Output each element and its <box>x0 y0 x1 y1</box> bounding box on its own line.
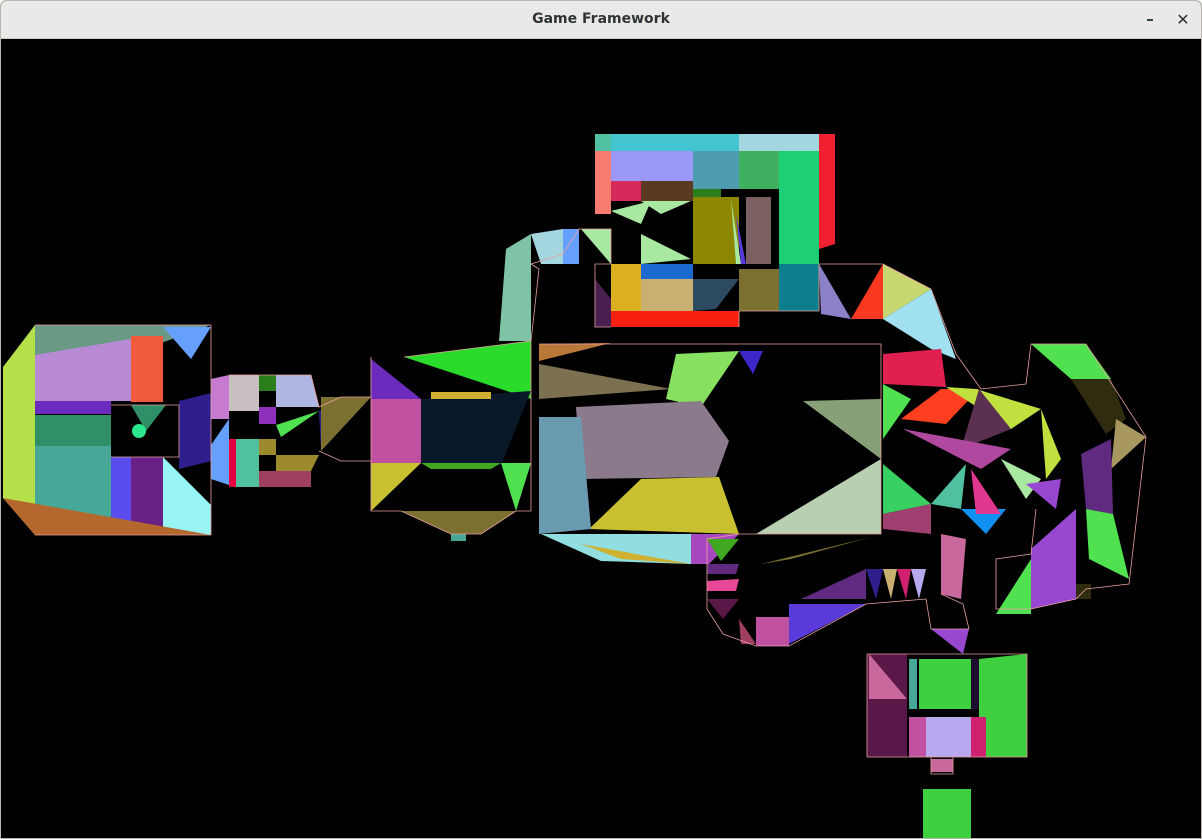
floor-polygon <box>641 264 693 279</box>
floor-polygon <box>259 407 276 424</box>
pickup-marker <box>132 424 146 438</box>
minimize-button[interactable]: – <box>1138 7 1162 31</box>
floor-polygon <box>259 471 311 487</box>
floor-polygon <box>576 401 729 479</box>
floor-polygon <box>111 457 131 521</box>
floor-polygon <box>421 463 501 469</box>
level-render <box>1 39 1201 838</box>
floor-polygon <box>931 759 953 772</box>
floor-polygon <box>707 564 739 574</box>
floor-polygon <box>563 229 579 264</box>
floor-polygon <box>779 151 819 264</box>
floor-polygon <box>909 717 926 757</box>
floor-polygon <box>819 134 835 249</box>
game-window: Game Framework – ✕ <box>0 0 1202 839</box>
floor-polygon <box>611 181 641 201</box>
floor-polygon <box>595 151 611 214</box>
floor-polygon <box>979 654 1027 757</box>
floor-polygon <box>707 579 739 591</box>
floor-polygon <box>131 336 163 402</box>
floor-polygon <box>259 439 276 455</box>
floor-polygon <box>883 349 946 387</box>
floor-polygon <box>641 181 693 201</box>
floor-polygon <box>693 189 721 197</box>
floor-polygon <box>611 264 641 311</box>
floor-polygon <box>739 134 819 151</box>
floor-polygon <box>746 197 771 264</box>
floor-polygon <box>641 279 693 311</box>
floor-polygon <box>211 375 229 419</box>
window-title: Game Framework <box>532 11 670 27</box>
floor-polygon <box>926 717 971 757</box>
floor-polygon <box>611 311 739 327</box>
floor-polygon <box>611 134 739 151</box>
floor-polygon <box>739 151 779 189</box>
floor-polygon <box>779 264 819 311</box>
floor-polygon <box>371 399 421 463</box>
title-bar[interactable]: Game Framework – ✕ <box>1 1 1201 39</box>
floor-polygon <box>35 401 111 414</box>
floor-polygon <box>431 392 491 399</box>
floor-polygon <box>971 717 986 757</box>
floor-polygon <box>179 393 211 469</box>
floor-polygon <box>131 457 163 526</box>
floor-polygon <box>35 415 111 446</box>
game-viewport[interactable] <box>1 39 1201 838</box>
floor-polygon <box>611 151 693 181</box>
floor-polygon <box>923 789 971 838</box>
floor-polygon <box>909 659 917 709</box>
floor-polygon <box>693 151 739 189</box>
floor-polygon <box>451 534 466 541</box>
floor-polygon <box>919 659 971 709</box>
floor-polygon <box>259 375 276 391</box>
floor-polygon <box>971 659 979 709</box>
floor-polygon <box>229 375 259 411</box>
close-button[interactable]: ✕ <box>1171 7 1195 31</box>
floor-polygon <box>595 134 611 151</box>
floor-polygon <box>739 269 779 311</box>
floor-polygon <box>756 617 789 646</box>
floor-polygon <box>229 439 236 487</box>
